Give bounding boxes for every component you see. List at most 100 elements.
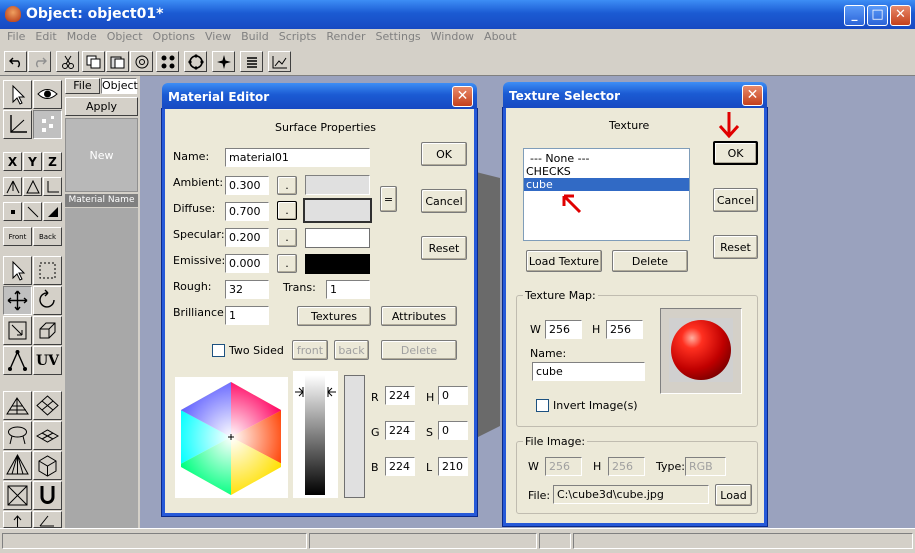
texture-selector-close-icon[interactable]: ✕ — [742, 85, 763, 106]
emissive-field[interactable]: 0.000 — [225, 254, 269, 273]
paste-icon[interactable] — [106, 51, 129, 72]
texture-delete-button[interactable]: Delete — [612, 250, 688, 272]
tripod-icon[interactable] — [3, 177, 22, 196]
loop-icon[interactable] — [184, 51, 207, 72]
s-field[interactable]: 0 — [438, 421, 468, 440]
ambient-field[interactable]: 0.300 — [225, 176, 269, 195]
arrow-up-icon[interactable] — [3, 511, 32, 528]
mesh-flat-icon[interactable] — [33, 421, 62, 450]
dot-tool-icon[interactable] — [3, 202, 22, 221]
maximize-button[interactable]: □ — [867, 5, 888, 26]
menu-file[interactable]: File — [2, 30, 30, 43]
menu-scripts[interactable]: Scripts — [274, 30, 322, 43]
b-field[interactable]: 224 — [385, 457, 415, 476]
tm-name-field[interactable]: cube — [532, 362, 645, 381]
sparkle-icon[interactable] — [212, 51, 235, 72]
emissive-swatch[interactable] — [305, 254, 370, 274]
menu-mode[interactable]: Mode — [62, 30, 102, 43]
menu-about[interactable]: About — [479, 30, 522, 43]
pointer-tool-icon[interactable] — [3, 256, 32, 285]
graph-icon[interactable] — [268, 51, 291, 72]
frame-icon[interactable] — [3, 481, 32, 510]
g-field[interactable]: 224 — [385, 421, 415, 440]
invert-image-checkbox[interactable] — [536, 399, 549, 412]
angle-icon[interactable] — [33, 511, 62, 528]
diffuse-swatch[interactable] — [303, 198, 372, 223]
rect-select-icon[interactable] — [33, 256, 62, 285]
grid-diamond-icon[interactable] — [33, 391, 62, 420]
axes-icon[interactable] — [3, 110, 32, 139]
file-load-button[interactable]: Load — [715, 484, 752, 506]
attributes-button[interactable]: Attributes — [381, 306, 457, 326]
pointer-icon[interactable] — [3, 80, 32, 109]
diffuse-field[interactable]: 0.700 — [225, 202, 269, 221]
texture-cancel-button[interactable]: Cancel — [713, 188, 758, 212]
load-texture-button[interactable]: Load Texture — [526, 250, 602, 272]
brilliance-field[interactable]: 1 — [225, 306, 269, 325]
menu-edit[interactable]: Edit — [30, 30, 61, 43]
menu-window[interactable]: Window — [426, 30, 479, 43]
magnet-icon[interactable] — [33, 481, 62, 510]
y-axis-button[interactable]: Y — [23, 152, 42, 171]
minimize-button[interactable]: _ — [844, 5, 865, 26]
trans-field[interactable]: 1 — [326, 280, 370, 299]
lightness-handle-icon[interactable] — [293, 385, 338, 399]
apply-button[interactable]: Apply — [65, 97, 138, 116]
menu-view[interactable]: View — [200, 30, 236, 43]
close-button[interactable]: ✕ — [890, 5, 911, 26]
face-tool-icon[interactable] — [43, 202, 62, 221]
cube-icon[interactable] — [33, 451, 62, 480]
uv-button[interactable]: UV — [33, 346, 62, 375]
vertices-icon[interactable] — [156, 51, 179, 72]
equals-button[interactable]: = — [380, 186, 397, 212]
front-button[interactable]: Front — [3, 227, 32, 246]
select-all-icon[interactable] — [130, 51, 153, 72]
r-field[interactable]: 224 — [385, 386, 415, 405]
line-tool-icon[interactable] — [23, 202, 42, 221]
diffuse-color-button[interactable]: . — [277, 201, 297, 220]
new-material-slot[interactable]: New — [65, 118, 138, 192]
menu-options[interactable]: Options — [148, 30, 200, 43]
material-cancel-button[interactable]: Cancel — [421, 189, 467, 213]
texture-list-item[interactable]: --- None --- — [524, 152, 689, 165]
delete-button-disabled[interactable]: Delete — [381, 340, 457, 360]
back-button-disabled[interactable]: back — [334, 340, 369, 360]
color-hexagon[interactable] — [175, 377, 288, 498]
material-editor-close-icon[interactable]: ✕ — [452, 86, 473, 107]
vertex-tool-icon[interactable] — [3, 346, 32, 375]
ambient-swatch[interactable] — [305, 175, 370, 195]
specular-swatch[interactable] — [305, 228, 370, 248]
menu-object[interactable]: Object — [102, 30, 148, 43]
menu-render[interactable]: Render — [321, 30, 370, 43]
copy-icon[interactable] — [82, 51, 105, 72]
cut-icon[interactable] — [56, 51, 79, 72]
tm-h-field[interactable]: 256 — [606, 320, 643, 339]
h-field[interactable]: 0 — [438, 386, 468, 405]
textures-button[interactable]: Textures — [297, 306, 371, 326]
tm-w-field[interactable]: 256 — [545, 320, 582, 339]
front-button-disabled[interactable]: front — [292, 340, 328, 360]
eye-icon[interactable] — [33, 80, 62, 109]
two-sided-checkbox[interactable] — [212, 344, 225, 357]
object-tab[interactable]: Object — [101, 78, 138, 94]
rough-field[interactable]: 32 — [225, 280, 269, 299]
material-ok-button[interactable]: OK — [421, 142, 467, 166]
lasso-icon[interactable] — [3, 421, 32, 450]
file-tab[interactable]: File — [65, 78, 100, 94]
scale-icon[interactable] — [3, 316, 32, 345]
move-icon[interactable] — [3, 286, 32, 315]
back-button[interactable]: Back — [33, 227, 62, 246]
extrude-icon[interactable] — [33, 316, 62, 345]
undo-icon[interactable] — [4, 51, 27, 72]
emissive-color-button[interactable]: . — [277, 254, 297, 273]
material-reset-button[interactable]: Reset — [421, 236, 467, 260]
texture-list-item-selected[interactable]: cube — [524, 178, 689, 191]
menu-build[interactable]: Build — [236, 30, 274, 43]
menu-settings[interactable]: Settings — [371, 30, 426, 43]
ambient-color-button[interactable]: . — [277, 176, 297, 195]
name-field[interactable]: material01 — [225, 148, 370, 167]
x-axis-button[interactable]: X — [3, 152, 22, 171]
texture-ok-button[interactable]: OK — [713, 141, 758, 165]
points-icon[interactable] — [33, 110, 62, 139]
specular-field[interactable]: 0.200 — [225, 228, 269, 247]
